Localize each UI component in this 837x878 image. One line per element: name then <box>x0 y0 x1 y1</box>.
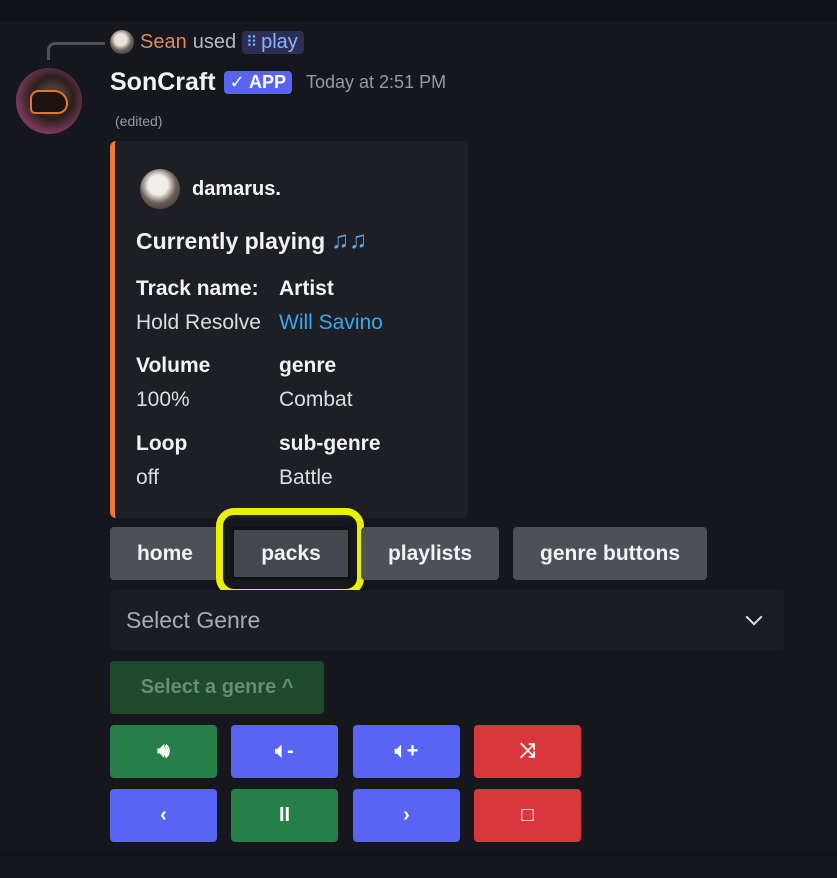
field-name: genre <box>279 354 337 377</box>
next-icon: › <box>403 804 410 826</box>
field-genre: genre Combat <box>279 354 353 412</box>
music-notes-icon: ♫♫ <box>331 227 368 254</box>
edited-label: (edited) <box>115 113 163 129</box>
field-sub-genre: sub-genre Battle <box>279 432 381 490</box>
field-value: Combat <box>279 388 353 411</box>
reply-spine <box>47 42 105 60</box>
embed-author: damarus. <box>140 169 281 209</box>
genre-select[interactable]: Select Genre <box>110 590 784 650</box>
field-name: Volume <box>136 354 211 377</box>
pause-icon: II <box>278 804 291 826</box>
command-chip[interactable]: ⠿ play <box>242 30 304 54</box>
shuffle-icon: ⤨ <box>519 740 536 762</box>
author-name[interactable]: SonCraft <box>110 68 216 97</box>
reply-username[interactable]: Sean <box>140 31 187 54</box>
message-header: SonCraft ✓ APP Today at 2:51 PM <box>110 66 446 98</box>
embed-author-avatar <box>140 169 180 209</box>
previous-icon: ‹ <box>160 804 167 826</box>
reply-used-text: used <box>192 30 237 53</box>
app-badge: ✓ APP <box>223 70 292 94</box>
timestamp[interactable]: Today at 2:51 PM <box>306 72 446 93</box>
field-value: Battle <box>279 466 333 489</box>
field-value: Hold Resolve <box>136 311 261 334</box>
top-bar <box>0 0 837 22</box>
field-value: 100% <box>136 388 190 411</box>
field-value: off <box>136 466 159 489</box>
pause-button[interactable]: II <box>231 789 338 842</box>
volume-down-icon: 🔈︎- <box>275 740 294 762</box>
speaker-button[interactable]: 🔊︎ <box>110 725 217 778</box>
next-button[interactable]: › <box>353 789 460 842</box>
packs-button[interactable]: packs <box>231 527 351 580</box>
volume-up-icon: 🔈︎+ <box>394 740 419 762</box>
bottom-bar <box>0 850 837 878</box>
shuffle-button[interactable]: ⤨ <box>474 725 581 778</box>
select-placeholder: Select Genre <box>126 606 261 633</box>
embed-title: Currently playing ♫♫ <box>136 227 367 255</box>
reply-avatar[interactable] <box>110 30 134 54</box>
artist-link[interactable]: Will Savino <box>279 311 383 335</box>
embed-title-text: Currently playing <box>136 227 326 254</box>
genre-buttons-button[interactable]: genre buttons <box>513 527 707 580</box>
volume-down-button[interactable]: 🔈︎- <box>231 725 338 778</box>
embed-author-name: damarus. <box>192 177 281 200</box>
field-name: Loop <box>136 432 188 455</box>
speaker-icon: 🔊︎ <box>157 740 170 762</box>
field-name: Artist <box>279 277 334 300</box>
field-name: sub-genre <box>279 432 381 455</box>
reply-context[interactable]: Sean used ⠿ play <box>110 29 304 55</box>
chevron-down-icon <box>745 608 763 626</box>
field-artist: Artist Will Savino <box>279 277 383 335</box>
select-a-genre-button: Select a genre ^ <box>110 661 324 714</box>
field-track-name: Track name: Hold Resolve <box>136 277 261 335</box>
volume-up-button[interactable]: 🔈︎+ <box>353 725 460 778</box>
field-name: Track name: <box>136 277 259 300</box>
slash-command-icon: ⠿ <box>246 34 258 51</box>
stop-icon: □ <box>521 804 534 826</box>
home-button[interactable]: home <box>110 527 220 580</box>
playlists-button[interactable]: playlists <box>361 527 499 580</box>
now-playing-embed: damarus. Currently playing ♫♫ Track name… <box>110 141 468 518</box>
command-name: play <box>261 30 298 53</box>
field-loop: Loop off <box>136 432 187 490</box>
avatar[interactable] <box>16 68 82 134</box>
helmet-visor <box>30 90 68 114</box>
stop-button[interactable]: □ <box>474 789 581 842</box>
field-volume: Volume 100% <box>136 354 210 412</box>
previous-button[interactable]: ‹ <box>110 789 217 842</box>
